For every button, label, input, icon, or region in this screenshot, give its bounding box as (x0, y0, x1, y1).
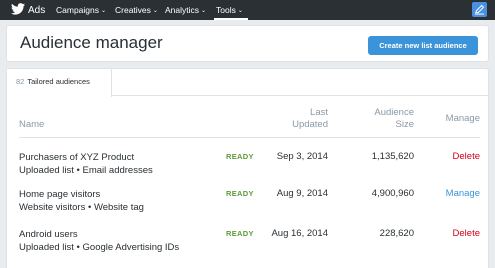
table-row[interactable]: Home page visitors Website visitors • We… (7, 188, 488, 226)
tab-strip: 82 Tailored audiences (7, 69, 488, 97)
column-header-line: Last (310, 107, 328, 118)
audience-subtitle: Uploaded list • Google Advertising IDs (19, 242, 180, 253)
status-badge: READY (226, 229, 254, 238)
nav-campaigns-label: Campaigns (56, 5, 99, 15)
audience-size-cell: 1,135,620 (371, 151, 414, 162)
column-header-name[interactable]: Name (19, 119, 44, 131)
nav-tools-label: Tools (216, 5, 236, 15)
column-header-line: Audience (374, 107, 414, 118)
header-divider (19, 137, 480, 138)
page-header: Audience manager Create new list audienc… (6, 25, 489, 62)
delete-link[interactable]: Delete (453, 228, 480, 239)
column-header-last-updated[interactable]: Last Updated (292, 107, 328, 131)
audience-subtitle: Website visitors • Website tag (19, 202, 144, 213)
audience-name-cell: Purchasers of XYZ Product Uploaded list … (19, 151, 153, 177)
page-title: Audience manager (20, 33, 163, 52)
audience-subtitle: Uploaded list • Email addresses (19, 165, 153, 176)
audience-title: Purchasers of XYZ Product (19, 152, 135, 163)
active-nav-indicator (214, 18, 248, 20)
chevron-down-icon: ⌄ (101, 8, 107, 14)
compose-tweet-button[interactable] (472, 2, 487, 17)
column-header-line: Size (395, 119, 414, 130)
audience-title: Android users (19, 229, 78, 240)
brand-label: Ads (28, 5, 46, 16)
nav-tools[interactable]: Tools ⌄ (214, 0, 248, 20)
table-row[interactable]: Purchasers of XYZ Product Uploaded list … (7, 151, 488, 189)
tab-count: 82 (16, 77, 25, 86)
nav-creatives[interactable]: Creatives ⌄ (115, 0, 158, 20)
tab-tailored-audiences[interactable]: 82 Tailored audiences (7, 69, 112, 97)
chevron-down-icon: ⌄ (152, 8, 158, 14)
twitter-bird-icon (11, 3, 25, 15)
status-badge: READY (226, 152, 254, 161)
column-header-manage: Manage (445, 113, 480, 124)
manage-link[interactable]: Manage (446, 188, 480, 199)
table-row[interactable]: Android users Uploaded list • Google Adv… (7, 228, 488, 266)
compose-icon (474, 4, 485, 15)
tab-label: Tailored audiences (27, 77, 90, 86)
last-updated-cell: Sep 3, 2014 (276, 151, 328, 162)
audience-name-cell: Android users Uploaded list • Google Adv… (19, 228, 179, 254)
last-updated-cell: Aug 9, 2014 (276, 188, 328, 199)
nav-creatives-label: Creatives (115, 5, 151, 15)
nav-analytics[interactable]: Analytics ⌄ (165, 0, 206, 20)
nav-campaigns[interactable]: Campaigns ⌄ (56, 0, 106, 20)
twitter-ads-logo[interactable]: Ads (11, 3, 47, 17)
create-list-audience-button[interactable]: Create new list audience (368, 36, 478, 55)
audience-table-card: 82 Tailored audiences Name Last Updated A… (6, 68, 489, 268)
delete-link[interactable]: Delete (453, 151, 480, 162)
column-header-audience-size[interactable]: Audience Size (374, 107, 414, 131)
top-navigation-bar: Ads Campaigns ⌄ Creatives ⌄ Analytics ⌄ Too… (0, 0, 495, 20)
nav-analytics-label: Analytics (165, 5, 200, 15)
audience-size-cell: 228,620 (379, 228, 414, 239)
last-updated-cell: Aug 16, 2014 (271, 228, 328, 239)
chevron-down-icon: ⌄ (237, 8, 243, 14)
audience-title: Home page visitors (19, 189, 101, 200)
audience-name-cell: Home page visitors Website visitors • We… (19, 188, 144, 214)
audience-size-cell: 4,900,960 (371, 188, 414, 199)
column-header-line: Updated (292, 119, 328, 130)
status-badge: READY (226, 189, 254, 198)
chevron-down-icon: ⌄ (201, 8, 207, 14)
